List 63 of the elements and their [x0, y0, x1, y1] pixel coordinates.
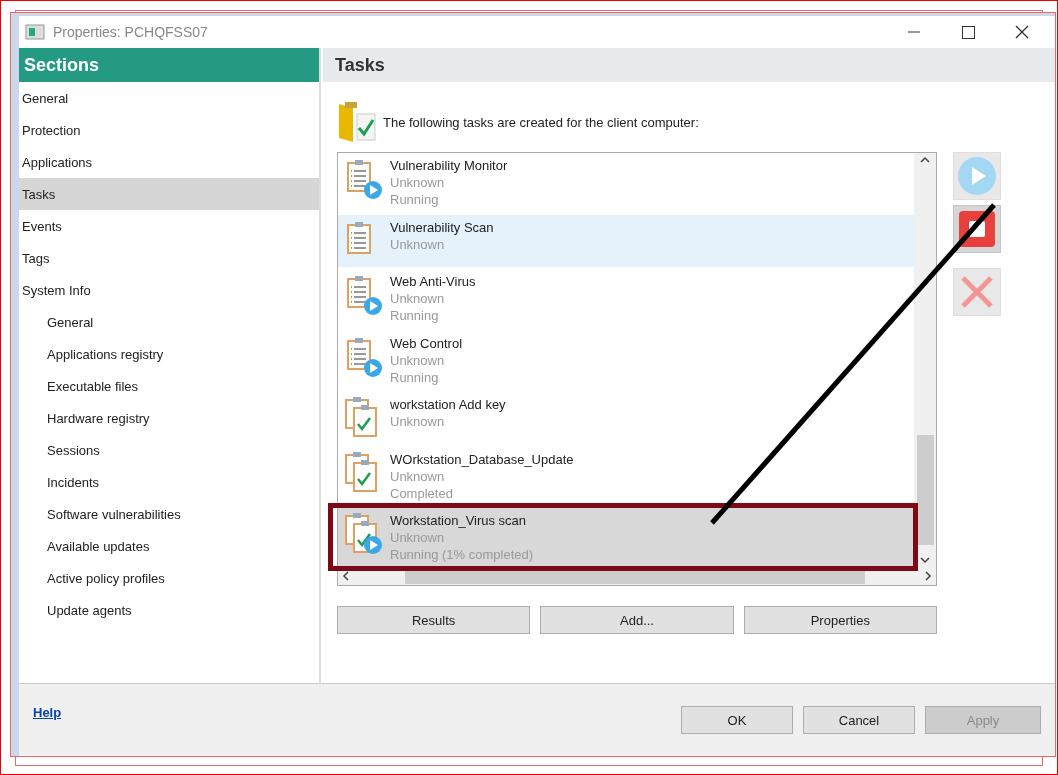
task-name: Web Anti-Virus [390, 273, 476, 290]
vertical-scrollbar[interactable] [914, 153, 936, 567]
sidebar-item[interactable]: Hardware registry [19, 402, 319, 434]
task-status: Unknown [390, 467, 446, 485]
close-icon[interactable] [1015, 25, 1029, 39]
sidebar-item[interactable]: Events [19, 210, 319, 242]
sidebar-item[interactable]: Applications registry [19, 338, 319, 370]
task-status: Unknown [390, 529, 446, 546]
help-link[interactable]: Help [33, 704, 62, 720]
sidebar-item[interactable]: General [19, 82, 319, 114]
sidebar-item[interactable]: Incidents [19, 466, 319, 498]
task-status: Running [390, 191, 440, 208]
task-status: Unknown [390, 351, 446, 369]
delete-icon [959, 274, 995, 310]
sidebar-item[interactable]: Protection [19, 114, 319, 146]
list-action-button[interactable]: Add... [540, 606, 734, 634]
scroll-left-icon[interactable] [342, 571, 350, 581]
sidebar-item[interactable]: General [19, 306, 319, 338]
task-row[interactable]: Web Anti-Virus Unknown Running [338, 269, 914, 328]
pane-title: Tasks [323, 48, 1055, 82]
task-row[interactable]: workstation Add key Unknown [338, 392, 914, 444]
task-name: Workstation_Virus scan [390, 512, 528, 529]
task-name: workstation Add key [390, 396, 506, 413]
scroll-right-icon[interactable] [924, 571, 932, 581]
task-name: Vulnerability Scan [390, 218, 494, 236]
scrollbar-thumb[interactable] [916, 435, 934, 545]
list-action-button[interactable]: Results [337, 606, 531, 634]
sidebar-item[interactable]: Available updates [19, 530, 319, 562]
maximize-icon[interactable] [961, 25, 975, 39]
task-status: Unknown [390, 235, 446, 253]
task-row[interactable]: Web Control Unknown Running [338, 330, 914, 390]
task-status: Running (1% completed) [390, 546, 534, 563]
task-row[interactable]: Vulnerability Monitor Unknown Running [338, 153, 914, 212]
task-name: Web Control [390, 334, 462, 352]
task-status: Running [390, 307, 440, 324]
dialog-button[interactable]: OK [681, 706, 793, 734]
folder-check-icon [337, 100, 377, 144]
sidebar-item[interactable]: Tasks [19, 178, 319, 210]
task-row[interactable]: Vulnerability Scan Unknown [338, 214, 914, 267]
sections-header: Sections [19, 48, 319, 82]
task-status: Unknown [390, 174, 446, 191]
task-status: Running [390, 368, 440, 386]
task-name: Vulnerability Monitor [390, 157, 508, 174]
sidebar-item[interactable]: Executable files [19, 370, 319, 402]
task-status: Unknown [390, 290, 446, 307]
sidebar-item[interactable]: System Info [19, 274, 319, 306]
window-title: Properties: PCHQFSS07 [53, 24, 209, 40]
sidebar-item[interactable]: Applications [19, 146, 319, 178]
intro-text: The following tasks are created for the client computer: [383, 114, 699, 130]
task-status: Completed [390, 484, 454, 502]
task-status: Unknown [390, 413, 446, 430]
task-name: WOrkstation_Database_Update [390, 450, 574, 468]
sidebar-item[interactable]: Tags [19, 242, 319, 274]
sidebar-item[interactable]: Active policy profiles [19, 562, 319, 594]
sidebar-item[interactable]: Update agents [19, 594, 319, 626]
sidebar-item[interactable]: Software vulnerabilities [19, 498, 319, 530]
list-action-button[interactable]: Properties [743, 606, 937, 634]
play-icon [957, 156, 997, 196]
task-row[interactable]: Workstation_Virus scan Unknown Running (1% completed) [338, 508, 914, 567]
window-icon [25, 24, 45, 40]
sidebar-item[interactable]: Sessions [19, 434, 319, 466]
dialog-button[interactable]: Cancel [803, 706, 915, 734]
task-row[interactable]: WOrkstation_Database_Update Unknown Completed [338, 446, 914, 506]
